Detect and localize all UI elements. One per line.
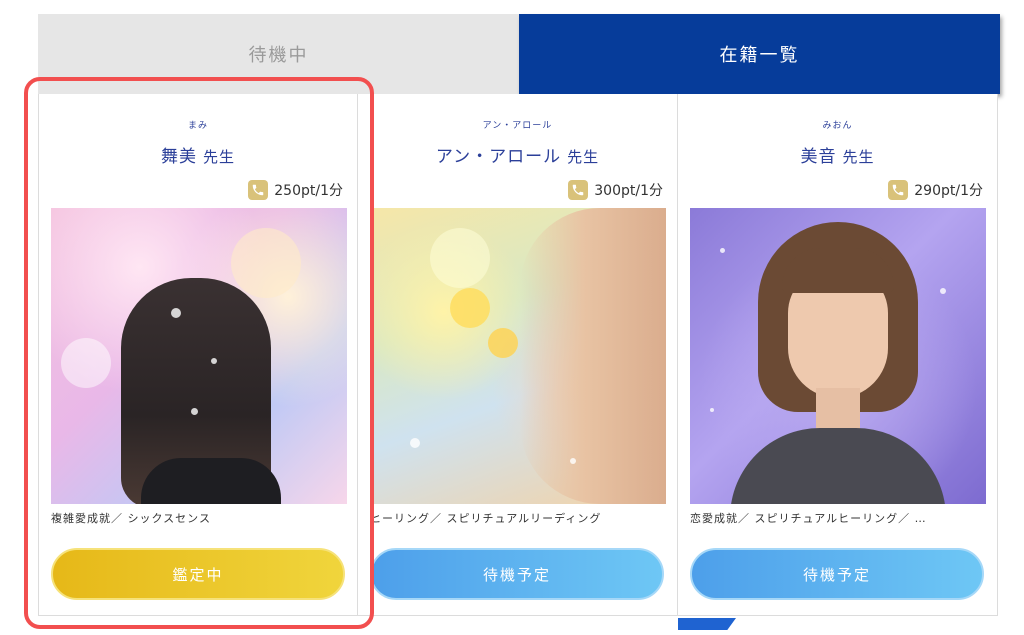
- new-ribbon: [678, 618, 736, 630]
- name-reading: まみ: [187, 121, 208, 131]
- phone-icon: [888, 180, 909, 200]
- name-reading: みおん: [822, 121, 853, 131]
- fortune-teller-card[interactable]: アン・アロール アン・アロール 先生 300pt/1分 ヒーリング／ スピリチュア…: [358, 94, 678, 616]
- tab-waiting[interactable]: 待機中: [38, 14, 519, 94]
- scheduled-standby-button[interactable]: 待機予定: [690, 548, 984, 600]
- price-text: 290pt/1分: [914, 183, 983, 199]
- price-text: 300pt/1分: [594, 183, 663, 199]
- specialty-tags: 恋愛成就／ スピリチュアルヒーリング／ …: [690, 512, 927, 525]
- honorific: 先生: [842, 148, 875, 166]
- teller-name-text: アン・アロール: [435, 147, 562, 167]
- tab-bar: 待機中 在籍一覧: [38, 14, 1000, 94]
- scheduled-standby-button[interactable]: 待機予定: [370, 548, 664, 600]
- phone-icon: [248, 180, 269, 200]
- teller-name: 美音 先生: [678, 142, 997, 167]
- price-text: 250pt/1分: [274, 183, 343, 199]
- teller-name: 舞美 先生: [39, 142, 357, 167]
- teller-name-text: 舞美: [160, 147, 197, 167]
- phone-icon: [568, 180, 589, 200]
- fortune-teller-list: まみ 舞美 先生 250pt/1分 複雑愛成就／ シックスセンス 鑑定中 アン・ア…: [38, 94, 1000, 624]
- tab-list[interactable]: 在籍一覧: [519, 14, 1000, 94]
- teller-name: アン・アロール 先生: [358, 142, 677, 167]
- in-session-button[interactable]: 鑑定中: [51, 548, 345, 600]
- price: 250pt/1分: [248, 180, 343, 200]
- specialty-tags: 複雑愛成就／ シックスセンス: [51, 512, 211, 525]
- teller-photo[interactable]: [370, 208, 666, 504]
- fortune-teller-card[interactable]: まみ 舞美 先生 250pt/1分 複雑愛成就／ シックスセンス 鑑定中: [38, 94, 358, 616]
- honorific: 先生: [567, 148, 600, 166]
- teller-name-text: 美音: [800, 147, 837, 167]
- price: 300pt/1分: [568, 180, 663, 200]
- specialty-tags: ヒーリング／ スピリチュアルリーディング: [370, 512, 602, 525]
- name-reading: アン・アロール: [482, 121, 553, 131]
- price: 290pt/1分: [888, 180, 983, 200]
- honorific: 先生: [202, 148, 235, 166]
- fortune-teller-card[interactable]: みおん 美音 先生 290pt/1分 恋愛成就／ スピリチュアルヒーリング／ … …: [678, 94, 998, 616]
- teller-photo[interactable]: [51, 208, 347, 504]
- teller-photo[interactable]: [690, 208, 986, 504]
